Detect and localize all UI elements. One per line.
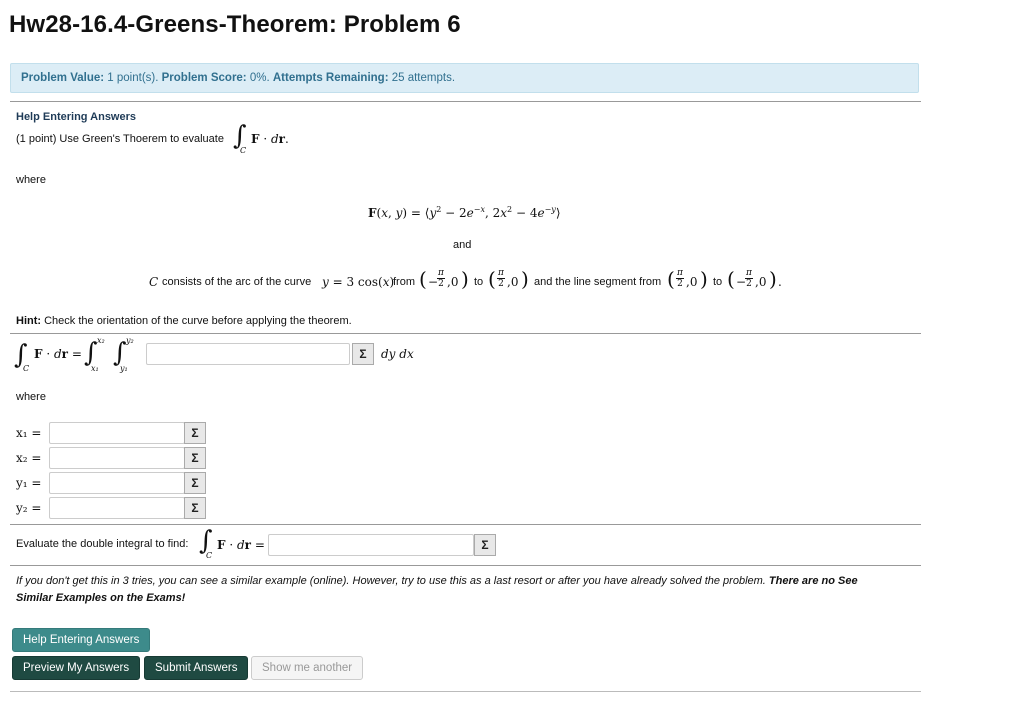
attempts-label: Attempts Remaining: [272, 72, 389, 84]
hint: Hint: Check the orientation of the curve… [16, 315, 352, 327]
pi-over-2: π2 [437, 268, 445, 289]
problem-value: 1 point(s). [107, 72, 159, 84]
x1-input[interactable] [49, 422, 185, 444]
divider [10, 565, 921, 566]
point-open-paren: ( [488, 267, 496, 291]
integrand-input[interactable] [146, 343, 350, 365]
evaluate-text: Evaluate the double integral to find: [16, 538, 189, 550]
curve-c-symbol: C [149, 275, 159, 289]
integral-subscript: C [240, 146, 247, 155]
y1-equation-editor-button[interactable]: Σ [184, 472, 206, 494]
divider [10, 333, 921, 334]
y1-label: y₁ = [16, 476, 42, 490]
line-integral-expr: F · dr = [217, 538, 265, 552]
note-bold-line2: Similar Examples on the Exams! [16, 592, 186, 604]
page-title: Hw28-16.4-Greens-Theorem: Problem 6 [9, 11, 461, 38]
problem-value-label: Problem Value: [21, 72, 105, 84]
point-comma-zero: ,0 [507, 275, 519, 289]
integral-subscript: C [23, 364, 30, 373]
final-answer-input[interactable] [268, 534, 474, 556]
from-text: from [393, 276, 415, 288]
attempts-remaining: 25 attempts. [391, 72, 456, 84]
period: . [778, 275, 782, 289]
and-line-text: and the line segment from [534, 276, 662, 288]
integral-subscript: C [206, 551, 213, 560]
upper-limit-x2: x₂ [97, 336, 105, 345]
where-label: where [16, 174, 46, 186]
and-label: and [453, 239, 472, 251]
point-comma-zero: ,0 [755, 275, 767, 289]
point-open-paren: ( [667, 267, 675, 291]
hint-label: Hint: [16, 315, 42, 327]
line-integral-expr: F · dr = [34, 347, 82, 361]
problem-info-bar: Problem Value: 1 point(s). Problem Score… [10, 63, 919, 93]
point-comma-zero: ,0 [447, 275, 459, 289]
integrand-equation-editor-button[interactable]: Σ [352, 343, 374, 365]
preview-answers-button[interactable]: Preview My Answers [12, 656, 141, 680]
y2-input[interactable] [49, 497, 185, 519]
problem-score-label: Problem Score: [161, 72, 247, 84]
x1-equation-editor-button[interactable]: Σ [184, 422, 206, 444]
inner-integral-symbol: ∫ [113, 338, 127, 368]
upper-limit-y2: y₂ [126, 336, 134, 345]
help-entering-answers-link[interactable]: Help Entering Answers [16, 111, 136, 123]
point-open-paren: ( [727, 267, 735, 291]
to-text: to [474, 276, 484, 288]
x2-input[interactable] [49, 447, 185, 469]
problem-score: 0%. [249, 72, 270, 84]
pi-over-2: π2 [497, 268, 505, 289]
lower-limit-x1: x₁ [91, 364, 99, 373]
c-consists-text: consists of the arc of the curve [162, 276, 312, 288]
y1-input[interactable] [49, 472, 185, 494]
to-text: to [713, 276, 723, 288]
x1-label: x₁ = [16, 426, 42, 440]
dydx-label: dy dx [381, 347, 414, 361]
similar-example-note: If you don't get this in 3 tries, you ca… [16, 573, 916, 607]
x2-equation-editor-button[interactable]: Σ [184, 447, 206, 469]
point-open-paren: ( [419, 267, 427, 291]
divider [10, 524, 921, 525]
show-me-another-button[interactable]: Show me another [251, 656, 364, 680]
outer-integral-symbol: ∫ [84, 338, 98, 368]
submit-answers-button[interactable]: Submit Answers [144, 656, 249, 680]
x2-label: x₂ = [16, 451, 42, 465]
curve-equation: y = 3 cos(x) [322, 275, 395, 289]
lower-limit-y1: y₁ [120, 364, 128, 373]
help-entering-answers-button[interactable]: Help Entering Answers [12, 628, 151, 652]
vector-field-formula: F(x, y) = ⟨y2 − 2e−x, 2x2 − 4e−y⟩ [368, 205, 561, 220]
note-bold-text: There are no See [768, 575, 858, 587]
hint-text: Check the orientation of the curve befor… [44, 315, 352, 327]
divider [10, 691, 921, 692]
note-text: If you don't get this in 3 tries, you ca… [16, 575, 766, 587]
pi-over-2: π2 [745, 268, 753, 289]
where-label: where [16, 391, 46, 403]
point-close-paren: ) [700, 267, 708, 291]
y2-equation-editor-button[interactable]: Σ [184, 497, 206, 519]
point-comma-zero: ,0 [686, 275, 698, 289]
final-answer-equation-editor-button[interactable]: Σ [474, 534, 496, 556]
pi-over-2: π2 [676, 268, 684, 289]
line-integral-expr: F · dr. [251, 132, 289, 146]
point-close-paren: ) [461, 267, 469, 291]
point-close-paren: ) [521, 267, 529, 291]
y2-label: y₂ = [16, 501, 42, 515]
divider [10, 101, 921, 102]
point-close-paren: ) [769, 267, 777, 291]
problem-intro: (1 point) Use Green's Thoerem to evaluat… [16, 133, 224, 145]
